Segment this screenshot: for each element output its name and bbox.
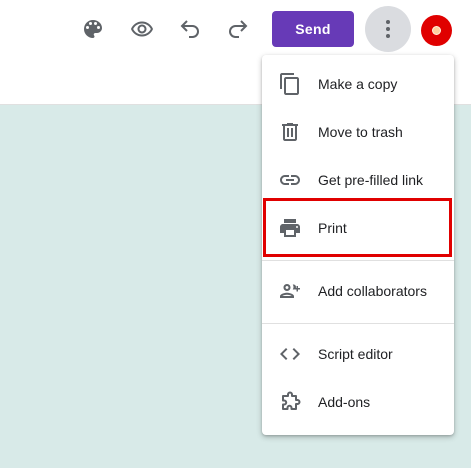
menu-item-label: Script editor <box>318 346 393 362</box>
menu-item-label: Get pre-filled link <box>318 172 424 188</box>
eye-icon[interactable] <box>124 11 160 47</box>
menu-item-make-copy[interactable]: Make a copy <box>262 60 454 108</box>
copy-icon <box>278 72 302 96</box>
avatar[interactable] <box>421 15 452 46</box>
menu-item-get-prefilled-link[interactable]: Get pre-filled link <box>262 156 454 204</box>
menu-item-label: Add-ons <box>318 394 371 410</box>
palette-icon[interactable] <box>75 11 111 47</box>
add-people-icon <box>278 279 302 303</box>
trash-icon <box>278 120 302 144</box>
send-button[interactable]: Send <box>272 11 354 47</box>
redo-icon[interactable] <box>220 11 256 47</box>
menu-item-script-editor[interactable]: Script editor <box>262 330 454 378</box>
menu-item-print[interactable]: Print <box>262 204 454 252</box>
menu-item-label: Make a copy <box>318 76 398 92</box>
puzzle-icon <box>278 390 302 414</box>
menu-divider <box>262 260 454 261</box>
print-icon <box>278 216 302 240</box>
more-vert-icon <box>386 20 390 38</box>
code-icon <box>278 342 302 366</box>
more-options-button[interactable] <box>365 6 411 52</box>
avatar-emblem <box>432 26 441 35</box>
menu-divider <box>262 323 454 324</box>
menu-item-label: Move to trash <box>318 124 403 140</box>
more-options-menu: Make a copy Move to trash Get pre-filled… <box>262 55 454 435</box>
menu-item-add-collaborators[interactable]: Add collaborators <box>262 267 454 315</box>
menu-item-label: Add collaborators <box>318 283 427 299</box>
link-icon <box>278 168 302 192</box>
menu-item-add-ons[interactable]: Add-ons <box>262 378 454 426</box>
menu-item-label: Print <box>318 220 347 236</box>
undo-icon[interactable] <box>172 11 208 47</box>
menu-item-move-to-trash[interactable]: Move to trash <box>262 108 454 156</box>
